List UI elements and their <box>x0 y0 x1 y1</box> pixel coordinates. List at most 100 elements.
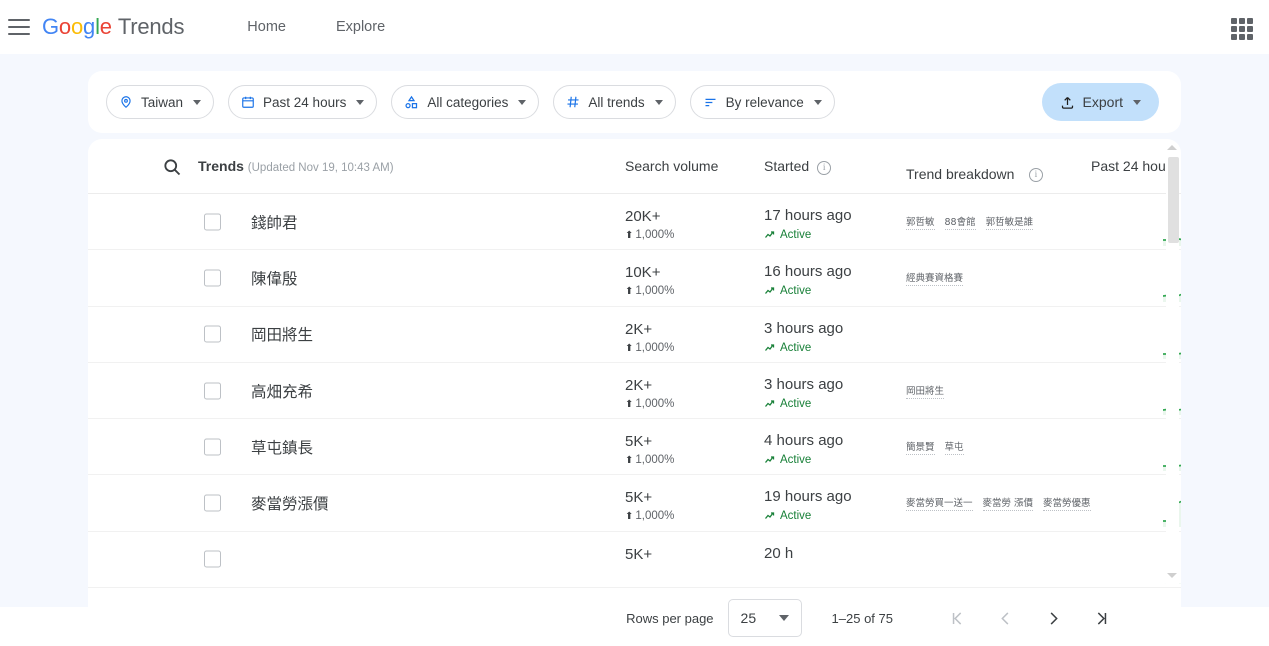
trend-up-icon <box>764 510 776 522</box>
filter-sort[interactable]: By relevance <box>690 85 835 119</box>
status-badge: Active <box>764 398 811 410</box>
first-page-button[interactable] <box>940 601 974 635</box>
started-time: 20 h <box>764 545 793 562</box>
search-volume-change-value: 1,000% <box>635 398 674 410</box>
row-checkbox[interactable] <box>204 326 221 343</box>
trend-up-icon <box>764 285 776 297</box>
row-checkbox[interactable] <box>204 495 221 512</box>
search-volume-value: 2K+ <box>625 321 652 338</box>
trend-breakdown-chip[interactable]: 88會館 <box>945 214 976 230</box>
table-row[interactable]: 錢帥君20K+⬆1,000%17 hours agoActive郭哲敏88會館郭… <box>88 194 1181 250</box>
top-navigation-bar: Google Trends Home Explore Trending now <box>0 0 1269 54</box>
status-badge: Active <box>764 454 811 466</box>
column-header-started-label: Started <box>764 158 809 174</box>
info-icon[interactable]: i <box>817 161 831 175</box>
trend-breakdown-chip[interactable]: 經典賽資格賽 <box>906 270 963 286</box>
row-checkbox[interactable] <box>204 551 221 568</box>
filter-categories-label: All categories <box>427 95 508 110</box>
last-page-button[interactable] <box>1084 601 1118 635</box>
row-checkbox[interactable] <box>204 438 221 455</box>
column-header-search-volume[interactable]: Search volume <box>625 158 718 174</box>
status-badge-label: Active <box>780 342 811 354</box>
previous-page-button[interactable] <box>988 601 1022 635</box>
filter-trends[interactable]: All trends <box>553 85 675 119</box>
trend-breakdown-chip[interactable]: 麥當勞 漲價 <box>983 495 1034 511</box>
filter-location[interactable]: Taiwan <box>106 85 214 119</box>
chevron-down-icon <box>814 100 822 105</box>
arrow-up-icon: ⬆ <box>625 343 633 354</box>
search-volume-value: 5K+ <box>625 546 652 563</box>
search-volume-value: 10K+ <box>625 264 660 281</box>
search-volume-change: ⬆1,000% <box>625 510 674 522</box>
table-row[interactable]: 5K+ 20 h <box>88 532 1181 588</box>
apps-grid-icon[interactable] <box>1229 16 1255 42</box>
pagination-range: 1–25 of 75 <box>832 611 893 626</box>
status-badge-label: Active <box>780 510 811 522</box>
trend-breakdown-chip[interactable]: 岡田將生 <box>906 383 944 399</box>
export-button[interactable]: Export <box>1042 83 1159 121</box>
trend-breakdown-chip[interactable]: 麥當勞買一送一 <box>906 495 973 511</box>
calendar-icon <box>241 95 255 109</box>
started-time: 17 hours ago <box>764 207 852 224</box>
search-volume-change-value: 1,000% <box>635 454 674 466</box>
search-volume-value: 5K+ <box>625 433 652 450</box>
scroll-up-icon[interactable] <box>1167 145 1177 150</box>
google-trends-logo[interactable]: Google Trends <box>42 14 184 40</box>
trend-title[interactable]: 岡田將生 <box>251 323 313 345</box>
export-button-label: Export <box>1083 94 1123 110</box>
trend-breakdown-chip[interactable]: 郭哲敏是誰 <box>986 214 1034 230</box>
next-page-button[interactable] <box>1036 601 1070 635</box>
trend-breakdown-chip[interactable]: 簡景賢 <box>906 439 935 455</box>
trend-title[interactable]: 陳偉殷 <box>251 267 298 289</box>
trend-breakdown-chips: 岡田將生 <box>906 383 944 399</box>
trend-breakdown-chip[interactable]: 草屯 <box>945 439 964 455</box>
row-checkbox[interactable] <box>204 382 221 399</box>
started-time: 3 hours ago <box>764 376 843 393</box>
filter-bar: Taiwan Past 24 hours All categories <box>88 71 1181 133</box>
search-volume-change-value: 1,000% <box>635 285 674 297</box>
trend-breakdown-chips: 郭哲敏 88會館郭哲敏是誰 <box>906 214 1033 230</box>
rows-per-page-select[interactable]: 25 <box>728 599 802 637</box>
table-row[interactable]: 陳偉殷10K+⬆1,000%16 hours agoActive經典賽資格賽 <box>88 250 1181 306</box>
trend-title[interactable]: 麥當勞漲價 <box>251 492 329 514</box>
chevron-down-icon <box>779 615 789 621</box>
row-checkbox[interactable] <box>204 269 221 286</box>
search-volume-value: 5K+ <box>625 489 652 506</box>
search-icon[interactable] <box>162 157 182 182</box>
nav-item-explore[interactable]: Explore <box>323 0 398 54</box>
filter-sort-label: By relevance <box>726 95 804 110</box>
column-header-trends-updated: (Updated Nov 19, 10:43 AM) <box>248 162 394 174</box>
table-row[interactable]: 高畑充希2K+⬆1,000%3 hours agoActive岡田將生 <box>88 363 1181 419</box>
row-checkbox[interactable] <box>204 213 221 230</box>
chevron-down-icon <box>655 100 663 105</box>
scroll-down-icon[interactable] <box>1167 573 1177 578</box>
upload-icon <box>1060 95 1075 110</box>
table-row[interactable]: 草屯鎮長5K+⬆1,000%4 hours agoActive簡景賢草屯 <box>88 419 1181 475</box>
trend-title[interactable]: 錢帥君 <box>251 211 298 233</box>
filter-categories[interactable]: All categories <box>391 85 539 119</box>
rows-per-page-label: Rows per page <box>626 611 713 626</box>
sort-icon <box>703 95 718 110</box>
search-volume-change-value: 1,000% <box>635 229 674 241</box>
column-header-trend-breakdown-label: Trend breakdown <box>906 166 1014 182</box>
trend-breakdown-chips: 簡景賢草屯 <box>906 439 964 455</box>
trend-breakdown-chip[interactable]: 郭哲敏 <box>906 214 935 230</box>
chevron-down-icon <box>1133 100 1141 105</box>
column-header-started[interactable]: Started i <box>764 158 831 175</box>
hash-icon <box>566 95 580 109</box>
hamburger-menu-icon[interactable] <box>8 19 30 35</box>
trend-title[interactable]: 草屯鎮長 <box>251 436 313 458</box>
table-row[interactable]: 岡田將生2K+⬆1,000%3 hours agoActive <box>88 307 1181 363</box>
info-icon[interactable]: i <box>1029 168 1043 182</box>
arrow-up-icon: ⬆ <box>625 286 633 297</box>
trend-title[interactable]: 高畑充希 <box>251 380 313 402</box>
trend-breakdown-chip[interactable]: 麥當勞優惠 <box>1043 495 1091 511</box>
nav-item-home[interactable]: Home <box>234 0 299 54</box>
column-header-trends: Trends (Updated Nov 19, 10:43 AM) <box>198 158 394 174</box>
page-body: 地區篩選時間範圍篩選所有類別篩選所有趨勢篩選排序方式篩選匯出 Taiwan Pa… <box>0 54 1269 607</box>
table-scrollbar-thumb[interactable] <box>1168 157 1179 243</box>
table-row[interactable]: 麥當勞漲價5K+⬆1,000%19 hours agoActive麥當勞買一送一… <box>88 475 1181 531</box>
filter-time-range[interactable]: Past 24 hours <box>228 85 377 119</box>
nav-links: Home Explore Trending now <box>222 0 410 54</box>
status-badge: Active <box>764 510 811 522</box>
